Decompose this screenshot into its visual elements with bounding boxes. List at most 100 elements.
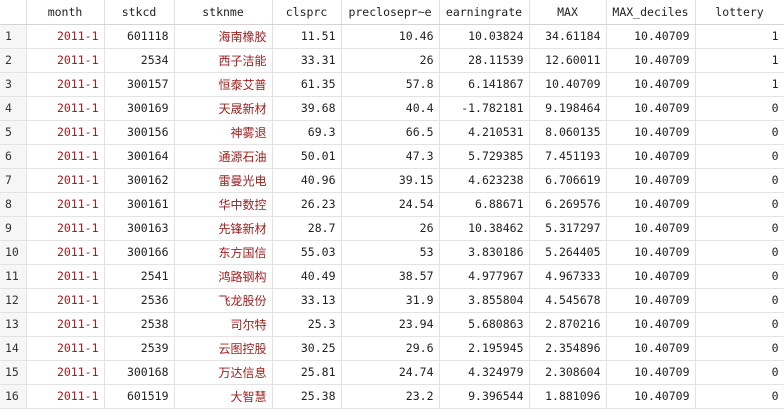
stkcd-cell[interactable]: 300157 xyxy=(104,72,175,97)
max-cell[interactable]: 5.264405 xyxy=(529,240,607,265)
stkcd-cell[interactable]: 2534 xyxy=(104,48,175,73)
table-row[interactable]: 1 2011-1 601118 海南橡胶 11.51 10.46 10.03824 34.61… xyxy=(0,24,784,49)
column-header-stkcd[interactable]: stkcd xyxy=(104,0,175,25)
column-header-max[interactable]: MAX xyxy=(529,0,607,25)
max-cell[interactable]: 4.545678 xyxy=(529,288,607,313)
lottery-cell[interactable]: 0 xyxy=(695,96,784,121)
preclose-cell[interactable]: 10.46 xyxy=(341,24,440,49)
clsprc-cell[interactable]: 28.7 xyxy=(272,216,342,241)
preclose-cell[interactable]: 23.94 xyxy=(341,312,440,337)
max-deciles-cell[interactable]: 10.40709 xyxy=(606,312,696,337)
stkcd-cell[interactable]: 300164 xyxy=(104,144,175,169)
row-number-cell[interactable]: 6 xyxy=(0,144,27,169)
clsprc-cell[interactable]: 25.3 xyxy=(272,312,342,337)
preclose-cell[interactable]: 39.15 xyxy=(341,168,440,193)
earningrate-cell[interactable]: 4.623238 xyxy=(439,168,530,193)
lottery-cell[interactable]: 0 xyxy=(695,288,784,313)
row-number-header[interactable] xyxy=(0,0,27,25)
stknme-cell[interactable]: 海南橡胶 xyxy=(174,24,273,49)
row-number-cell[interactable]: 7 xyxy=(0,168,27,193)
table-row[interactable]: 7 2011-1 300162 雷曼光电 40.96 39.15 4.623238 6.706… xyxy=(0,168,784,193)
stknme-cell[interactable]: 飞龙股份 xyxy=(174,288,273,313)
lottery-cell[interactable]: 1 xyxy=(695,24,784,49)
max-cell[interactable]: 6.269576 xyxy=(529,192,607,217)
earningrate-cell[interactable]: 3.830186 xyxy=(439,240,530,265)
month-cell[interactable]: 2011-1 xyxy=(26,312,105,337)
max-deciles-cell[interactable]: 10.40709 xyxy=(606,288,696,313)
max-cell[interactable]: 5.317297 xyxy=(529,216,607,241)
max-cell[interactable]: 6.706619 xyxy=(529,168,607,193)
preclose-cell[interactable]: 24.54 xyxy=(341,192,440,217)
column-header-earningrate[interactable]: earningrate xyxy=(439,0,530,25)
stkcd-cell[interactable]: 2541 xyxy=(104,264,175,289)
max-cell[interactable]: 10.40709 xyxy=(529,72,607,97)
earningrate-cell[interactable]: 6.141867 xyxy=(439,72,530,97)
column-header-max-deciles[interactable]: MAX_deciles xyxy=(606,0,696,25)
month-cell[interactable]: 2011-1 xyxy=(26,192,105,217)
row-number-cell[interactable]: 8 xyxy=(0,192,27,217)
preclose-cell[interactable]: 57.8 xyxy=(341,72,440,97)
month-cell[interactable]: 2011-1 xyxy=(26,240,105,265)
table-row[interactable]: 15 2011-1 300168 万达信息 25.81 24.74 4.324979 2.30… xyxy=(0,360,784,385)
earningrate-cell[interactable]: 4.210531 xyxy=(439,120,530,145)
row-number-cell[interactable]: 10 xyxy=(0,240,27,265)
table-row[interactable]: 5 2011-1 300156 神雾退 69.3 66.5 4.210531 8.060135… xyxy=(0,120,784,145)
month-cell[interactable]: 2011-1 xyxy=(26,168,105,193)
earningrate-cell[interactable]: -1.782181 xyxy=(439,96,530,121)
table-row[interactable]: 3 2011-1 300157 恒泰艾普 61.35 57.8 6.141867 10.407… xyxy=(0,72,784,97)
max-cell[interactable]: 12.60011 xyxy=(529,48,607,73)
lottery-cell[interactable]: 0 xyxy=(695,384,784,409)
clsprc-cell[interactable]: 61.35 xyxy=(272,72,342,97)
stknme-cell[interactable]: 华中数控 xyxy=(174,192,273,217)
table-row[interactable]: 6 2011-1 300164 通源石油 50.01 47.3 5.729385 7.4511… xyxy=(0,144,784,169)
month-cell[interactable]: 2011-1 xyxy=(26,120,105,145)
max-cell[interactable]: 34.61184 xyxy=(529,24,607,49)
stknme-cell[interactable]: 神雾退 xyxy=(174,120,273,145)
table-row[interactable]: 10 2011-1 300166 东方国信 55.03 53 3.830186 5.26440… xyxy=(0,240,784,265)
month-cell[interactable]: 2011-1 xyxy=(26,264,105,289)
row-number-cell[interactable]: 9 xyxy=(0,216,27,241)
preclose-cell[interactable]: 26 xyxy=(341,216,440,241)
stkcd-cell[interactable]: 300166 xyxy=(104,240,175,265)
lottery-cell[interactable]: 0 xyxy=(695,192,784,217)
max-deciles-cell[interactable]: 10.40709 xyxy=(606,24,696,49)
max-cell[interactable]: 4.967333 xyxy=(529,264,607,289)
table-row[interactable]: 4 2011-1 300169 天晟新材 39.68 40.4 -1.782181 9.198… xyxy=(0,96,784,121)
max-deciles-cell[interactable]: 10.40709 xyxy=(606,48,696,73)
column-header-stknme[interactable]: stknme xyxy=(174,0,273,25)
earningrate-cell[interactable]: 10.03824 xyxy=(439,24,530,49)
earningrate-cell[interactable]: 5.729385 xyxy=(439,144,530,169)
row-number-cell[interactable]: 3 xyxy=(0,72,27,97)
month-cell[interactable]: 2011-1 xyxy=(26,360,105,385)
stknme-cell[interactable]: 大智慧 xyxy=(174,384,273,409)
clsprc-cell[interactable]: 30.25 xyxy=(272,336,342,361)
table-row[interactable]: 14 2011-1 2539 云图控股 30.25 29.6 2.195945 2.35489… xyxy=(0,336,784,361)
max-cell[interactable]: 1.881096 xyxy=(529,384,607,409)
stknme-cell[interactable]: 西子洁能 xyxy=(174,48,273,73)
row-number-cell[interactable]: 15 xyxy=(0,360,27,385)
stkcd-cell[interactable]: 300162 xyxy=(104,168,175,193)
earningrate-cell[interactable]: 4.977967 xyxy=(439,264,530,289)
stkcd-cell[interactable]: 300168 xyxy=(104,360,175,385)
lottery-cell[interactable]: 0 xyxy=(695,168,784,193)
clsprc-cell[interactable]: 25.81 xyxy=(272,360,342,385)
clsprc-cell[interactable]: 69.3 xyxy=(272,120,342,145)
earningrate-cell[interactable]: 5.680863 xyxy=(439,312,530,337)
max-deciles-cell[interactable]: 10.40709 xyxy=(606,216,696,241)
stknme-cell[interactable]: 天晟新材 xyxy=(174,96,273,121)
clsprc-cell[interactable]: 26.23 xyxy=(272,192,342,217)
data-editor-grid[interactable]: month stkcd stknme clsprc preclosepr~e e… xyxy=(0,0,784,409)
stkcd-cell[interactable]: 300156 xyxy=(104,120,175,145)
table-row[interactable]: 11 2011-1 2541 鸿路钢构 40.49 38.57 4.977967 4.9673… xyxy=(0,264,784,289)
max-deciles-cell[interactable]: 10.40709 xyxy=(606,264,696,289)
clsprc-cell[interactable]: 40.96 xyxy=(272,168,342,193)
lottery-cell[interactable]: 0 xyxy=(695,264,784,289)
max-deciles-cell[interactable]: 10.40709 xyxy=(606,168,696,193)
month-cell[interactable]: 2011-1 xyxy=(26,48,105,73)
earningrate-cell[interactable]: 3.855804 xyxy=(439,288,530,313)
preclose-cell[interactable]: 29.6 xyxy=(341,336,440,361)
preclose-cell[interactable]: 23.2 xyxy=(341,384,440,409)
stknme-cell[interactable]: 通源石油 xyxy=(174,144,273,169)
preclose-cell[interactable]: 47.3 xyxy=(341,144,440,169)
clsprc-cell[interactable]: 33.13 xyxy=(272,288,342,313)
